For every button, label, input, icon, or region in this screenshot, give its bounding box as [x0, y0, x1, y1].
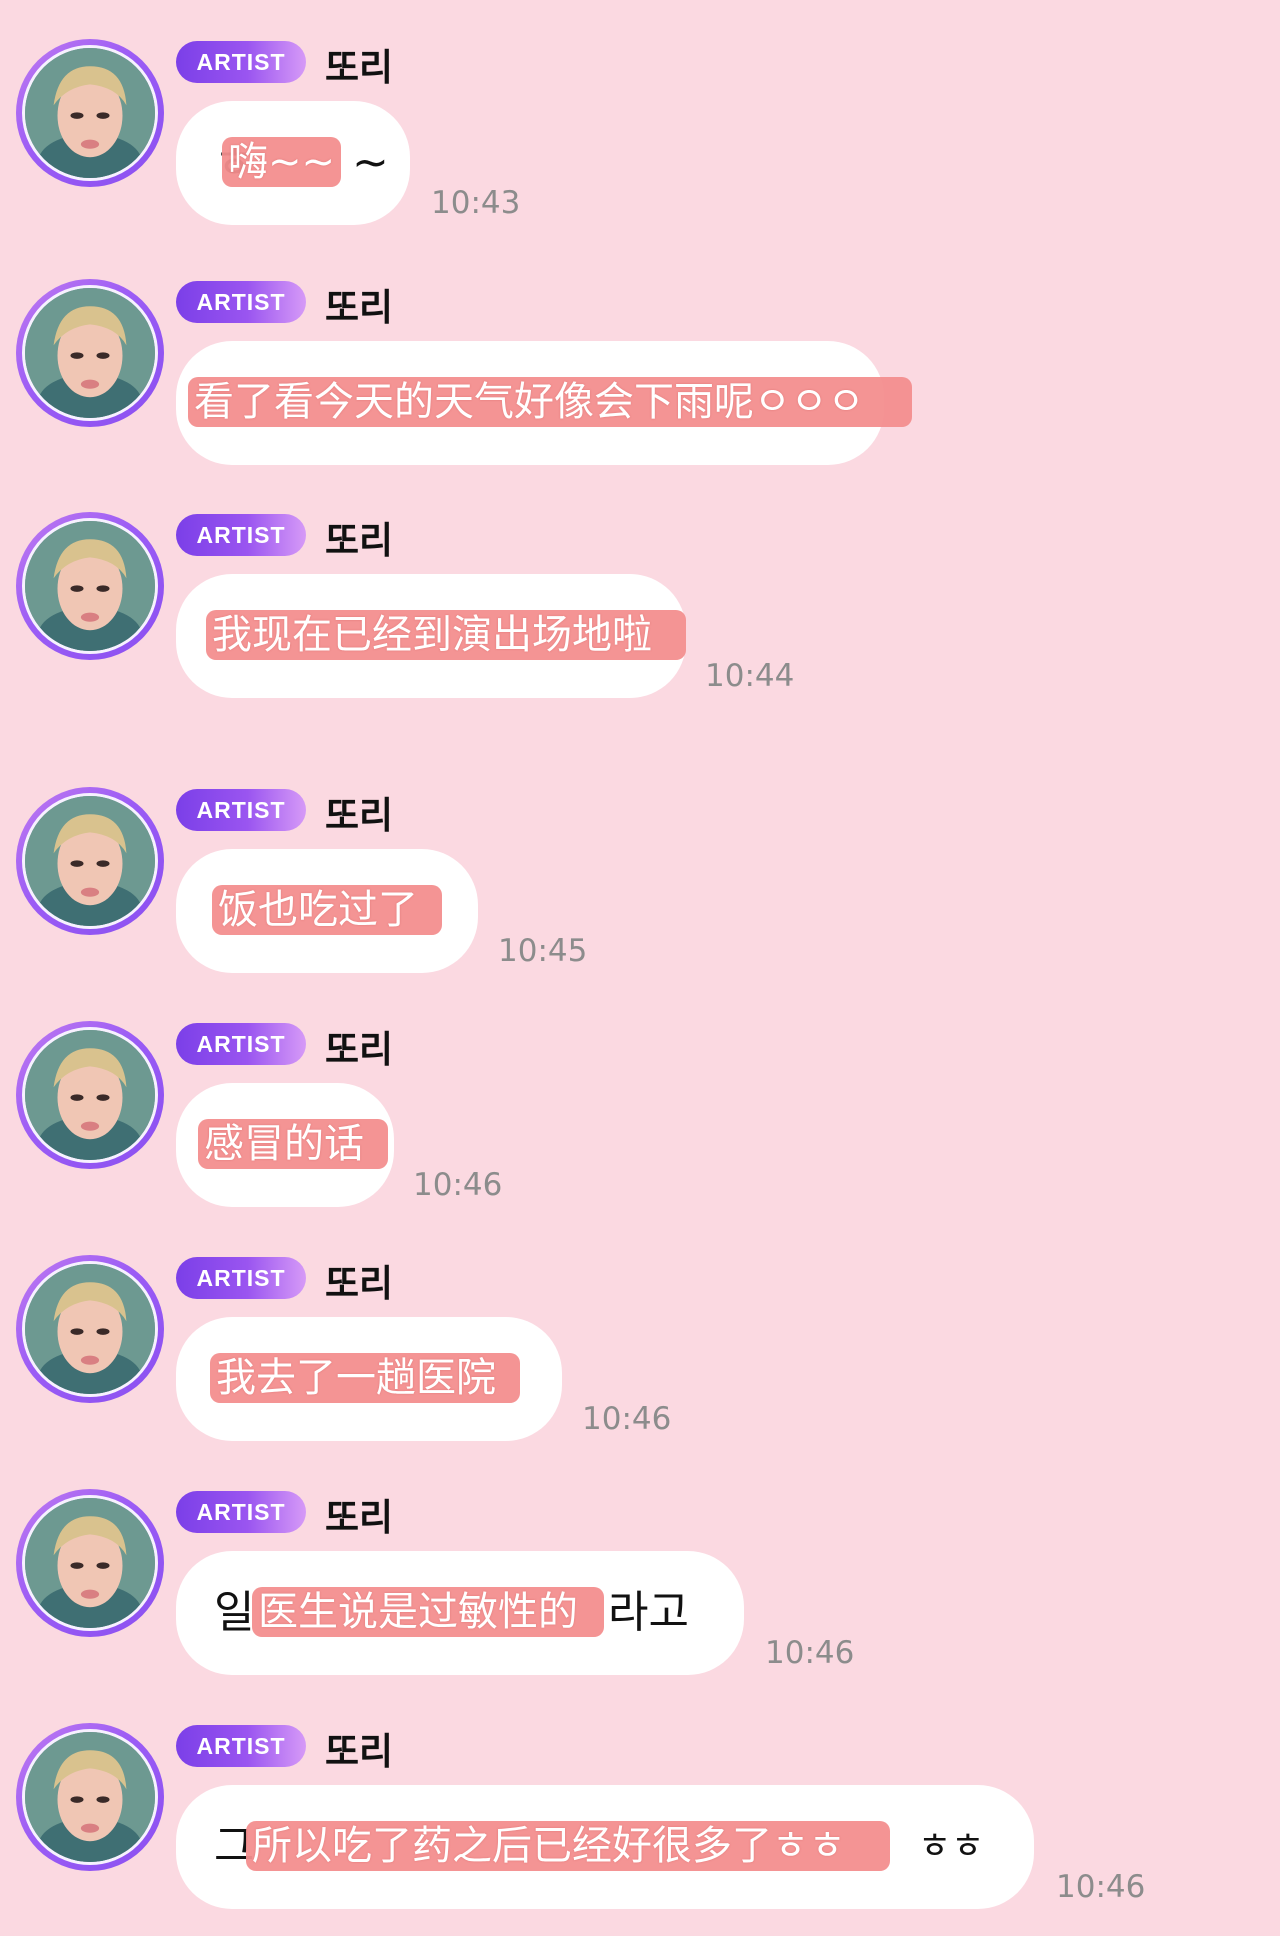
avatar[interactable]	[16, 512, 164, 660]
chat-message: ARTIST 또리 我现在已经到演出场地啦 10:44	[0, 473, 1280, 698]
artist-badge: ARTIST	[176, 1257, 306, 1299]
artist-badge: ARTIST	[176, 281, 306, 323]
artist-badge: ARTIST	[176, 1491, 306, 1533]
message-time: 10:46	[1056, 1869, 1146, 1905]
message-bubble[interactable]: ㅎ ~ 嗨~~	[176, 101, 410, 225]
message-bubble[interactable]: 饭也吃过了	[176, 849, 478, 973]
avatar[interactable]	[16, 1255, 164, 1403]
sender-name: 또리	[325, 286, 394, 329]
message-bubble[interactable]: 我去了一趟医院	[176, 1317, 562, 1441]
original-text-right: ~	[352, 137, 389, 188]
translation-highlight: 我去了一趟医院	[210, 1353, 520, 1403]
message-time: 10:44	[705, 658, 795, 694]
translation-highlight: 看了看今天的天气好像会下雨呢ㅇㅇㅇ	[188, 377, 912, 427]
avatar-photo	[22, 793, 158, 929]
original-text-right: ㅎㅎ	[918, 1826, 985, 1867]
avatar-photo	[22, 1261, 158, 1397]
translation-highlight: 嗨~~	[222, 137, 342, 187]
translation-highlight: 医生说是过敏性的	[252, 1587, 604, 1637]
original-text-left: 일	[214, 1587, 255, 1638]
chat-message: ARTIST 또리 我去了一趟医院 10:46	[0, 1216, 1280, 1441]
message-time: 10:46	[765, 1635, 855, 1671]
translation-highlight: 感冒的话	[198, 1119, 388, 1169]
avatar-photo	[22, 1495, 158, 1631]
chat-message: ARTIST 또리 일 라고 医生说是过敏性的 10:46	[0, 1450, 1280, 1675]
message-time: 10:43	[431, 185, 521, 221]
chat-message: ARTIST 또리 그 ㅎㅎ 所以吃了药之后已经好很多了ㅎㅎ 10:46	[0, 1684, 1280, 1909]
chat-message: ARTIST 또리 感冒的话 10:46	[0, 982, 1280, 1207]
artist-badge: ARTIST	[176, 41, 306, 83]
message-bubble[interactable]: 感冒的话	[176, 1083, 394, 1207]
sender-name: 또리	[325, 1028, 394, 1071]
message-bubble[interactable]: 看了看今天的天气好像会下雨呢ㅇㅇㅇ	[176, 341, 912, 465]
message-bubble[interactable]: 일 라고 医生说是过敏性的	[176, 1551, 744, 1675]
person-avatar-icon	[25, 48, 155, 178]
avatar-photo	[22, 518, 158, 654]
artist-badge: ARTIST	[176, 1725, 306, 1767]
person-avatar-icon	[25, 288, 155, 418]
person-avatar-icon	[25, 521, 155, 651]
translation-highlight: 饭也吃过了	[212, 885, 442, 935]
person-avatar-icon	[25, 1030, 155, 1160]
person-avatar-icon	[25, 1732, 155, 1862]
message-bubble[interactable]: 我现在已经到演出场地啦	[176, 574, 686, 698]
chat-message: ARTIST 또리 看了看今天的天气好像会下雨呢ㅇㅇㅇ	[0, 240, 1280, 465]
message-time: 10:46	[413, 1167, 503, 1203]
message-bubble[interactable]: 그 ㅎㅎ 所以吃了药之后已经好很多了ㅎㅎ	[176, 1785, 1034, 1909]
sender-name: 또리	[325, 1730, 394, 1773]
sender-name: 또리	[325, 46, 394, 89]
avatar[interactable]	[16, 279, 164, 427]
avatar-photo	[22, 1729, 158, 1865]
avatar[interactable]	[16, 787, 164, 935]
avatar-photo	[22, 1027, 158, 1163]
sender-name: 또리	[325, 794, 394, 837]
original-text-right: 라고	[608, 1587, 689, 1638]
translation-highlight: 所以吃了药之后已经好很多了ㅎㅎ	[246, 1821, 890, 1871]
translation-highlight: 我现在已经到演出场地啦	[206, 610, 686, 660]
artist-badge: ARTIST	[176, 514, 306, 556]
avatar[interactable]	[16, 39, 164, 187]
chat-thread: ARTIST 또리 ㅎ ~ 嗨~~ 10:43 ARTIST	[0, 0, 1280, 1936]
artist-badge: ARTIST	[176, 1023, 306, 1065]
sender-name: 또리	[325, 1262, 394, 1305]
message-time: 10:45	[498, 933, 588, 969]
avatar[interactable]	[16, 1489, 164, 1637]
avatar[interactable]	[16, 1723, 164, 1871]
sender-name: 또리	[325, 1496, 394, 1539]
person-avatar-icon	[25, 1264, 155, 1394]
artist-badge: ARTIST	[176, 789, 306, 831]
avatar-photo	[22, 285, 158, 421]
chat-message: ARTIST 또리 ㅎ ~ 嗨~~ 10:43	[0, 0, 1280, 225]
avatar-photo	[22, 45, 158, 181]
chat-message: ARTIST 또리 饭也吃过了 10:45	[0, 748, 1280, 973]
message-time: 10:46	[582, 1401, 672, 1437]
person-avatar-icon	[25, 1498, 155, 1628]
sender-name: 또리	[325, 519, 394, 562]
person-avatar-icon	[25, 796, 155, 926]
avatar[interactable]	[16, 1021, 164, 1169]
